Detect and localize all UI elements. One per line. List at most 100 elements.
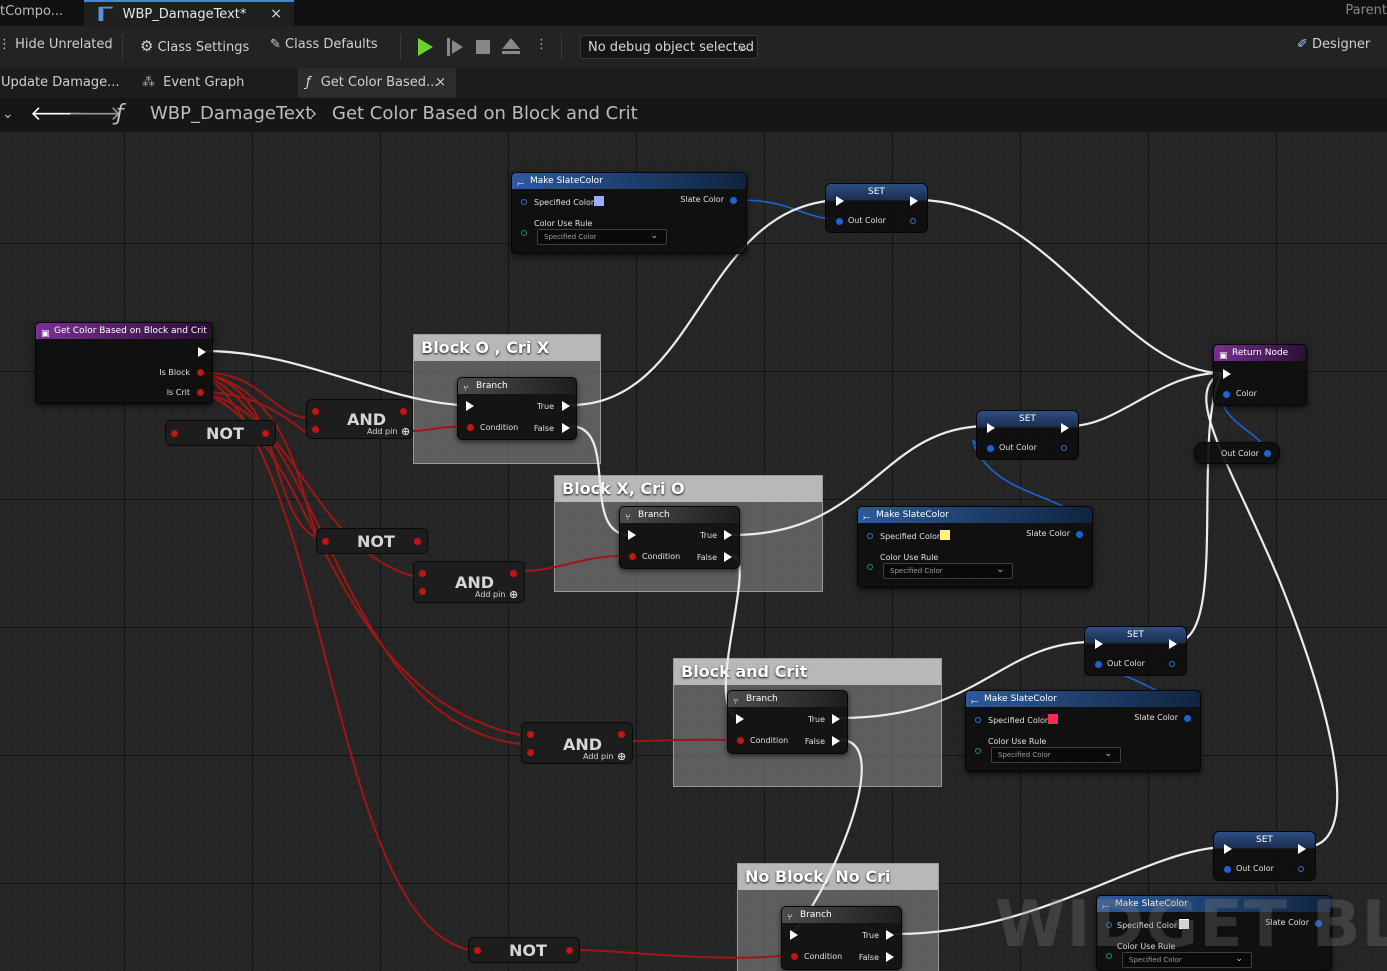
- chevron-down-icon[interactable]: ⌄: [2, 106, 14, 122]
- out-color-input-pin[interactable]: [1224, 866, 1231, 873]
- add-pin-label[interactable]: Add pin: [475, 590, 505, 599]
- make-slatecolor-node[interactable]: ⤚ Make SlateColor Specified Color Slate C…: [857, 506, 1093, 588]
- and-node[interactable]: AND Add pin ⊕: [306, 399, 413, 439]
- exec-in-pin[interactable]: [1095, 639, 1103, 649]
- set-out-color-node[interactable]: SET Out Color: [825, 183, 928, 233]
- tab-component[interactable]: tCompo...: [0, 0, 78, 26]
- exec-in-pin[interactable]: [836, 196, 844, 206]
- set-out-color-node[interactable]: SET Out Color: [976, 410, 1079, 460]
- true-exec-pin[interactable]: [886, 930, 894, 940]
- not-output-pin[interactable]: [262, 430, 269, 437]
- not-input-pin[interactable]: [474, 947, 481, 954]
- out-color-getter-node[interactable]: Out Color: [1194, 442, 1280, 464]
- out-color-output-pin[interactable]: [910, 218, 916, 224]
- not-output-pin[interactable]: [414, 538, 421, 545]
- color-use-rule-pin[interactable]: [521, 230, 527, 236]
- make-slatecolor-node[interactable]: ⤚ Make SlateColor Specified Color Slate C…: [965, 690, 1201, 772]
- and-input-pin[interactable]: [419, 588, 426, 595]
- return-node[interactable]: ▣ Return Node Color: [1213, 344, 1307, 406]
- false-exec-pin[interactable]: [832, 736, 840, 746]
- branch-node[interactable]: ⑂ Branch True Condition False: [619, 506, 740, 569]
- condition-pin[interactable]: [791, 953, 798, 960]
- not-node[interactable]: NOT: [468, 937, 580, 963]
- tab-wbp-damagetext[interactable]: ▐▔ WBP_DamageText* ×: [84, 0, 294, 26]
- is-block-pin[interactable]: [197, 369, 204, 376]
- color-use-rule-dropdown[interactable]: Specified Color ⌄: [883, 563, 1013, 579]
- not-input-pin[interactable]: [322, 538, 329, 545]
- false-exec-pin[interactable]: [724, 552, 732, 562]
- and-input-pin[interactable]: [312, 408, 319, 415]
- hide-unrelated-button[interactable]: ⋮ Hide Unrelated: [0, 37, 113, 52]
- not-input-pin[interactable]: [171, 430, 178, 437]
- is-crit-pin[interactable]: [197, 389, 204, 396]
- debug-object-dropdown[interactable]: No debug object selected ⌄: [580, 35, 758, 59]
- out-color-getter-pin[interactable]: [1264, 450, 1271, 457]
- and-output-pin[interactable]: [618, 731, 625, 738]
- true-exec-pin[interactable]: [562, 401, 570, 411]
- color-swatch[interactable]: [940, 530, 950, 540]
- exec-in-pin[interactable]: [466, 401, 474, 411]
- exec-in-pin[interactable]: [1223, 369, 1231, 379]
- color-use-rule-dropdown[interactable]: Specified Color ⌄: [991, 747, 1121, 763]
- branch-node[interactable]: ⑂ Branch True Condition False: [457, 377, 577, 440]
- out-color-output-pin[interactable]: [1061, 445, 1067, 451]
- color-use-rule-dropdown[interactable]: Specified Color ⌄: [537, 229, 667, 245]
- and-output-pin[interactable]: [510, 570, 517, 577]
- and-input-pin[interactable]: [312, 426, 319, 433]
- exec-in-pin[interactable]: [628, 530, 636, 540]
- add-pin-icon[interactable]: ⊕: [509, 588, 518, 601]
- step-icon[interactable]: [447, 38, 450, 56]
- and-input-pin[interactable]: [527, 731, 534, 738]
- slate-color-pin[interactable]: [1076, 531, 1083, 538]
- true-exec-pin[interactable]: [724, 530, 732, 540]
- function-entry-node[interactable]: ▣ Get Color Based on Block and Crit Is Bl…: [35, 322, 213, 404]
- out-color-output-pin[interactable]: [1169, 661, 1175, 667]
- breadcrumb-function[interactable]: Get Color Based on Block and Crit: [332, 103, 638, 124]
- designer-button[interactable]: ✐ Designer: [1297, 37, 1370, 52]
- stop-icon[interactable]: [476, 40, 490, 54]
- color-use-rule-pin[interactable]: [975, 748, 981, 754]
- condition-pin[interactable]: [629, 553, 636, 560]
- out-color-output-pin[interactable]: [1298, 866, 1304, 872]
- add-pin-icon[interactable]: ⊕: [617, 750, 626, 763]
- tab-get-color-based[interactable]: ƒ Get Color Based... ×: [298, 68, 456, 98]
- exec-in-pin[interactable]: [736, 714, 744, 724]
- class-defaults-button[interactable]: ✎ Class Defaults: [270, 37, 378, 52]
- play-options-icon[interactable]: ⋮: [535, 37, 548, 52]
- class-settings-button[interactable]: ⚙ Class Settings: [140, 37, 249, 55]
- tab-event-graph[interactable]: ⁂ Event Graph: [142, 68, 244, 98]
- step-arrow-icon[interactable]: [452, 40, 463, 54]
- condition-pin[interactable]: [467, 424, 474, 431]
- branch-node[interactable]: ⑂ Branch True Condition False: [727, 690, 848, 754]
- false-exec-pin[interactable]: [886, 952, 894, 962]
- specified-color-pin[interactable]: [975, 717, 981, 723]
- blueprint-graph-canvas[interactable]: Block O , Cri X Block X, Cri O Block and…: [0, 132, 1387, 971]
- forward-arrow-icon[interactable]: 🡒: [68, 101, 122, 125]
- color-swatch[interactable]: [1048, 714, 1058, 724]
- and-input-pin[interactable]: [527, 749, 534, 756]
- breadcrumb-blueprint[interactable]: WBP_DamageText: [150, 103, 312, 124]
- make-slatecolor-node[interactable]: ⤚ Make SlateColor Specified Color Slate C…: [511, 172, 747, 254]
- true-exec-pin[interactable]: [832, 714, 840, 724]
- add-pin-icon[interactable]: ⊕: [401, 425, 410, 438]
- exec-out-pin[interactable]: [1298, 844, 1306, 854]
- branch-node[interactable]: ⑂ Branch True Condition False: [781, 906, 902, 970]
- and-node[interactable]: AND Add pin ⊕: [521, 722, 633, 764]
- exec-out-pin[interactable]: [1169, 639, 1177, 649]
- exec-in-pin[interactable]: [1224, 844, 1232, 854]
- specified-color-pin[interactable]: [867, 533, 873, 539]
- play-icon[interactable]: [418, 38, 433, 56]
- add-pin-label[interactable]: Add pin: [367, 427, 397, 436]
- not-node[interactable]: NOT: [316, 528, 428, 554]
- exec-out-pin[interactable]: [198, 347, 206, 357]
- exec-out-pin[interactable]: [1061, 423, 1069, 433]
- condition-pin[interactable]: [737, 737, 744, 744]
- and-output-pin[interactable]: [400, 408, 407, 415]
- return-color-pin[interactable]: [1223, 391, 1230, 398]
- color-swatch[interactable]: [594, 196, 604, 206]
- false-exec-pin[interactable]: [562, 423, 570, 433]
- close-icon[interactable]: ×: [435, 68, 446, 97]
- out-color-input-pin[interactable]: [1095, 661, 1102, 668]
- exec-in-pin[interactable]: [790, 930, 798, 940]
- exec-out-pin[interactable]: [910, 196, 918, 206]
